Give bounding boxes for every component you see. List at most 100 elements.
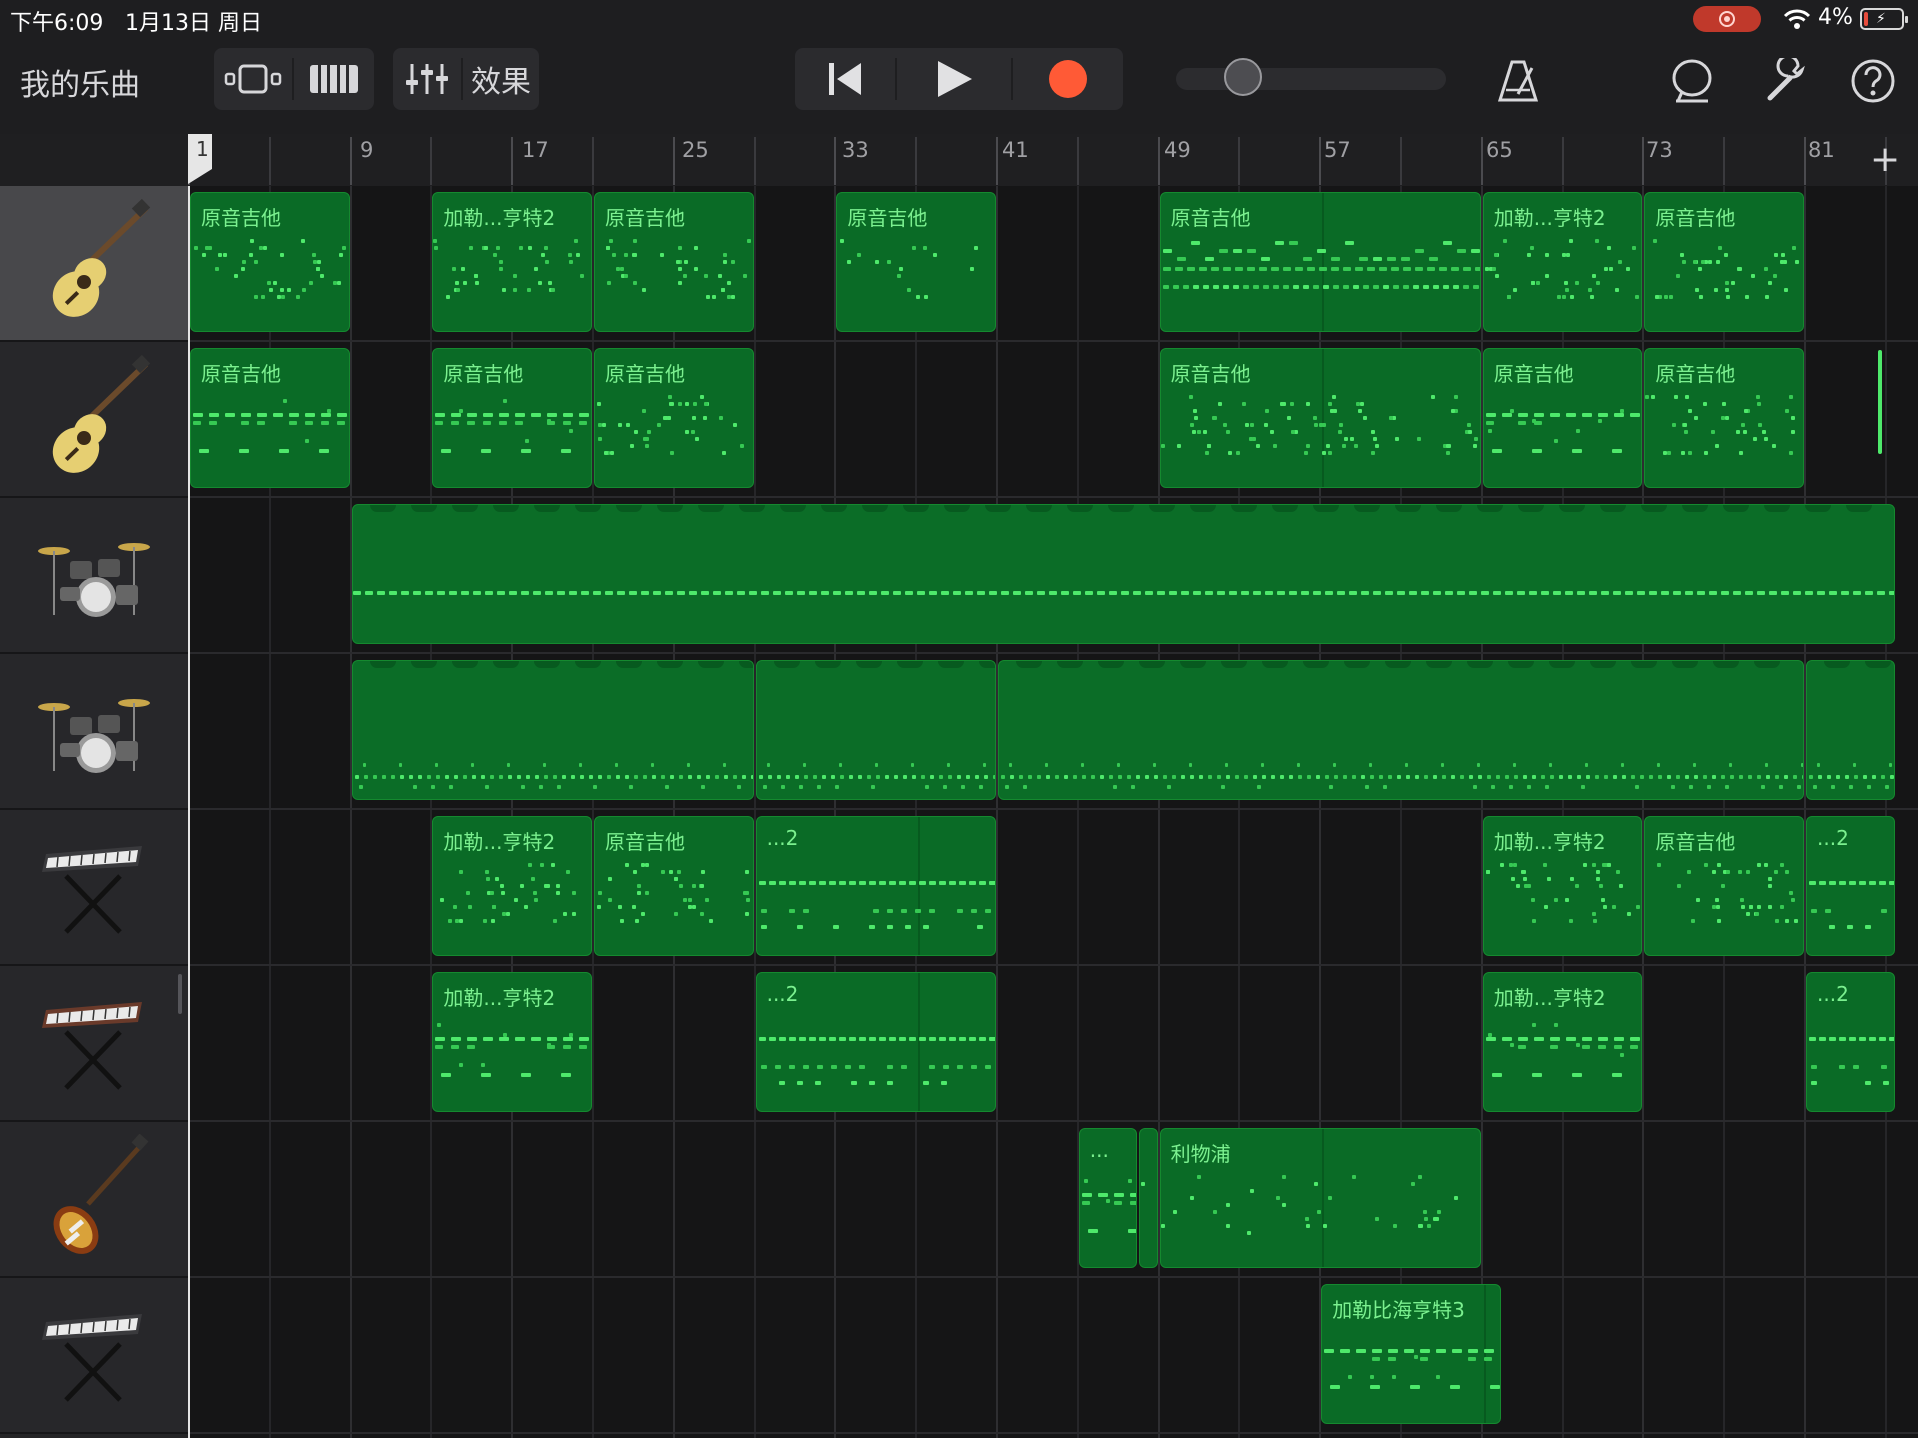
go-to-start-button[interactable] — [795, 48, 895, 110]
settings-wrench-icon[interactable] — [1764, 58, 1810, 104]
midi-region[interactable]: 原音吉他 — [1644, 192, 1804, 332]
midi-region[interactable]: 加勒...亨特2 — [1482, 972, 1643, 1112]
midi-region[interactable]: 原音吉他 — [836, 192, 996, 332]
midi-region[interactable]: ...2 — [1806, 972, 1895, 1112]
keyboard-view-button[interactable] — [294, 48, 374, 110]
midi-region[interactable]: ...2 — [755, 816, 996, 956]
plus-icon[interactable]: + — [1870, 140, 1900, 180]
effects-button[interactable]: 效果 — [463, 48, 539, 110]
track-lane-keyboard-3[interactable]: 加勒比海亨特3 — [188, 1278, 1918, 1434]
mixer-button[interactable] — [393, 48, 461, 110]
header-resize-grip[interactable] — [178, 974, 182, 1014]
midi-note — [1512, 863, 1517, 867]
midi-region[interactable]: 加勒比海亨特3 — [1321, 1284, 1501, 1424]
midi-region[interactable]: ... — [1078, 1128, 1138, 1268]
midi-note — [942, 1065, 949, 1069]
midi-note — [1527, 785, 1531, 789]
midi-region[interactable] — [1139, 1128, 1158, 1268]
bar-ruler[interactable]: 9 17 25 33 41 49 57 65 73 81 — [188, 134, 1918, 186]
midi-region[interactable]: ...2 — [1806, 816, 1895, 956]
midi-region[interactable]: 加勒...亨特2 — [1482, 192, 1643, 332]
track-header-acoustic-guitar-1[interactable] — [0, 186, 188, 342]
track-header-acoustic-guitar-2[interactable] — [0, 342, 188, 498]
midi-note — [684, 260, 688, 264]
track-lane-keyboard-1[interactable]: 加勒...亨特2 原音吉他 ...2 加勒...亨特2 原音吉他 ...2 — [188, 810, 1918, 966]
midi-note — [519, 246, 524, 250]
midi-region[interactable]: 原音吉他 — [190, 348, 350, 488]
midi-note — [1145, 775, 1149, 779]
midi-note — [1619, 1053, 1624, 1057]
help-icon[interactable] — [1850, 58, 1896, 104]
track-header-drums-1[interactable] — [0, 498, 188, 654]
volume-slider-knob[interactable] — [1224, 58, 1262, 96]
region-label: 原音吉他 — [605, 830, 685, 854]
midi-region[interactable]: 原音吉他 — [594, 192, 754, 332]
mixer-icon — [406, 64, 448, 94]
midi-region[interactable]: 加勒...亨特2 — [432, 816, 592, 956]
track-header-bass[interactable] — [0, 1122, 188, 1278]
screen-recording-indicator[interactable] — [1693, 6, 1761, 32]
browser-button[interactable] — [214, 48, 292, 110]
midi-note — [1565, 253, 1570, 257]
midi-region[interactable]: 原音吉他 — [190, 192, 350, 332]
midi-region[interactable] — [351, 660, 754, 800]
track-lane-bass-guitar[interactable]: ... 利物浦 — [188, 1122, 1918, 1278]
track-lane-drums-1[interactable] — [188, 498, 1918, 654]
track-lane-drums-2[interactable] — [188, 654, 1918, 810]
loop-mark — [1435, 505, 1462, 512]
midi-region[interactable]: 原音吉他 — [594, 348, 754, 488]
midi-region[interactable]: 原音吉他 — [594, 816, 754, 956]
midi-region[interactable]: 原音吉他 — [432, 348, 592, 488]
midi-region[interactable]: 加勒...亨特2 — [1482, 816, 1643, 956]
midi-region[interactable]: 加勒...亨特2 — [432, 972, 592, 1112]
track-header-keyboard-1[interactable] — [0, 810, 188, 966]
midi-note — [1549, 1037, 1560, 1041]
midi-region[interactable]: 原音吉他 — [1482, 348, 1643, 488]
metronome-icon[interactable] — [1496, 58, 1540, 104]
midi-region[interactable]: 原音吉他 — [1159, 348, 1481, 488]
midi-note — [1849, 1037, 1856, 1041]
midi-region[interactable] — [351, 504, 1895, 644]
midi-region[interactable]: 加勒...亨特2 — [432, 192, 592, 332]
midi-note — [242, 260, 246, 264]
track-lane-acoustic-guitar-2[interactable]: 原音吉他 原音吉他 原音吉他 原音吉他 原音吉他 原音吉他 — [188, 342, 1918, 498]
acoustic-guitar-icon — [52, 354, 151, 473]
loop-icon[interactable] — [1670, 58, 1714, 104]
midi-note — [1613, 1045, 1622, 1049]
midi-note — [685, 430, 689, 434]
track-lane-acoustic-guitar-1[interactable]: 原音吉他 加勒...亨特2 原音吉他 原音吉他 原音吉他 加勒...亨特2 原音吉他 — [188, 186, 1918, 342]
midi-note — [674, 912, 678, 916]
midi-note — [848, 775, 853, 779]
my-songs-button[interactable]: 我的乐曲 — [20, 60, 140, 104]
midi-note — [1523, 775, 1527, 779]
record-button[interactable] — [1013, 48, 1123, 110]
keyboard-stand-icon — [42, 846, 142, 934]
midi-note — [1255, 444, 1260, 448]
midi-note — [618, 905, 622, 909]
tracks-timeline[interactable]: 原音吉他 加勒...亨特2 原音吉他 原音吉他 原音吉他 加勒...亨特2 原音吉他 原音吉他… — [188, 186, 1918, 1438]
play-button[interactable] — [897, 48, 1011, 110]
midi-region[interactable]: 原音吉他 — [1159, 192, 1481, 332]
midi-region[interactable] — [1806, 660, 1895, 800]
midi-region[interactable] — [998, 660, 1804, 800]
midi-note — [1302, 257, 1312, 261]
midi-region[interactable] — [755, 660, 996, 800]
track-lane-keyboard-2[interactable]: 加勒...亨特2 ...2 加勒...亨特2 ...2 — [188, 966, 1918, 1122]
midi-note — [1755, 912, 1760, 916]
midi-region[interactable]: 原音吉他 — [1644, 816, 1804, 956]
midi-note — [1741, 905, 1746, 909]
midi-note — [194, 246, 198, 250]
track-header-drums-2[interactable] — [0, 654, 188, 810]
midi-note — [484, 246, 489, 250]
track-header-keyboard-2[interactable] — [0, 966, 188, 1122]
track-header-keyboard-3[interactable] — [0, 1278, 188, 1434]
midi-region[interactable]: ...2 — [755, 972, 996, 1112]
midi-note — [1244, 423, 1249, 427]
midi-region[interactable]: 利物浦 — [1159, 1128, 1481, 1268]
midi-note — [808, 881, 816, 885]
midi-note — [1262, 775, 1266, 779]
midi-region[interactable]: 原音吉他 — [1644, 348, 1804, 488]
midi-note — [485, 870, 490, 874]
master-volume-slider[interactable] — [1176, 68, 1446, 90]
midi-note — [1556, 295, 1561, 299]
